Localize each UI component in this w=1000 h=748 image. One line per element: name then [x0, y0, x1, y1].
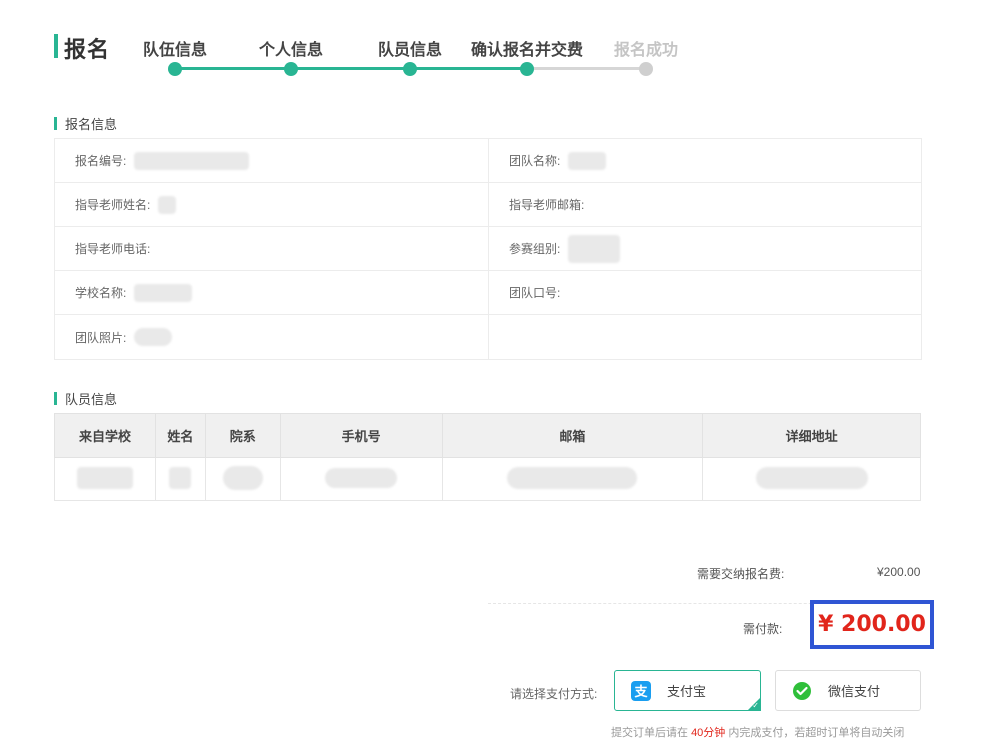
payment-notice: 提交订单后请在 40分钟 内完成支付，若超时订单将自动关闭 — [611, 724, 904, 740]
member-address-cell — [702, 457, 921, 501]
step-3-dot — [403, 62, 417, 76]
wechat-label: 微信支付 — [828, 684, 881, 699]
col-name: 姓名 — [154, 413, 206, 458]
teacher-name-value-redacted — [158, 195, 177, 214]
pay-amount-highlight: ¥ 200.00 — [810, 600, 934, 649]
notice-suffix: 内完成支付，若超时订单将自动关闭 — [728, 727, 905, 739]
school-label: 学校名称: — [75, 286, 127, 300]
redacted-value — [222, 465, 263, 490]
step-line-pending — [532, 67, 646, 70]
step-2-label: 个人信息 — [258, 42, 324, 59]
members-table-header: 来自学校 姓名 院系 手机号 邮箱 详细地址 — [54, 413, 921, 458]
info-row: 报名编号: 团队名称: — [55, 139, 921, 183]
col-department: 院系 — [204, 413, 281, 458]
check-icon: ✓ — [752, 701, 759, 710]
team-photo-redacted — [134, 328, 173, 346]
step-1-label: 队伍信息 — [142, 42, 208, 59]
member-school-cell — [54, 457, 156, 501]
col-phone: 手机号 — [279, 413, 443, 458]
col-school: 来自学校 — [54, 413, 156, 458]
title-accent-bar — [54, 34, 58, 58]
team-name-value-redacted — [568, 151, 607, 170]
section-accent-bar — [54, 392, 57, 405]
step-4-dot — [520, 62, 534, 76]
wechat-pay-option[interactable]: 微信支付 — [775, 670, 921, 711]
teacher-phone-label: 指导老师电话: — [75, 242, 151, 256]
redacted-value — [76, 466, 133, 489]
step-4-label: 确认报名并交费 — [470, 42, 584, 59]
info-row: 学校名称: 团队口号: — [55, 271, 921, 315]
info-row: 指导老师姓名: 指导老师邮箱: — [55, 183, 921, 227]
reg-no-label: 报名编号: — [75, 154, 127, 168]
wechat-icon — [792, 681, 812, 701]
info-section-heading: 报名信息 — [54, 114, 117, 133]
alipay-icon: 支 — [631, 680, 651, 701]
group-value-redacted — [568, 234, 621, 263]
teacher-name-label: 指导老师姓名: — [75, 198, 151, 212]
slogan-label: 团队口号: — [509, 286, 561, 300]
member-email-cell — [441, 457, 704, 501]
group-cell: 参赛组别: — [488, 227, 921, 270]
alipay-label: 支付宝 — [667, 684, 707, 699]
teacher-name-cell: 指导老师姓名: — [55, 183, 488, 226]
info-row: 指导老师电话: 参赛组别: — [55, 227, 921, 271]
step-3-label: 队员信息 — [377, 42, 443, 59]
redacted-value — [755, 466, 868, 489]
payment-method-label: 请选择支付方式: — [510, 687, 598, 701]
school-cell: 学校名称: — [55, 271, 488, 314]
col-email: 邮箱 — [441, 413, 704, 458]
redacted-value — [169, 466, 192, 489]
fee-value: ¥200.00 — [877, 565, 921, 579]
info-row: 团队照片: — [55, 315, 921, 359]
step-5-label: 报名成功 — [613, 42, 679, 59]
slogan-cell: 团队口号: — [488, 271, 921, 314]
member-department-cell — [204, 457, 281, 501]
pay-label: 需付款: — [743, 622, 783, 636]
table-row — [54, 457, 921, 501]
step-1-dot — [168, 62, 182, 76]
step-line-done — [175, 67, 532, 70]
member-name-cell — [154, 457, 206, 501]
step-5-dot — [639, 62, 653, 76]
teacher-email-label: 指导老师邮箱: — [509, 198, 585, 212]
page-title: 报名 — [64, 37, 111, 62]
members-table: 来自学校 姓名 院系 手机号 邮箱 详细地址 — [54, 413, 921, 501]
group-label: 参赛组别: — [509, 242, 561, 256]
pay-amount: ¥ 200.00 — [818, 612, 926, 637]
empty-cell — [488, 315, 921, 359]
team-name-label: 团队名称: — [509, 154, 561, 168]
members-section-heading: 队员信息 — [54, 389, 117, 408]
teacher-phone-cell: 指导老师电话: — [55, 227, 488, 270]
progress-steps: 队伍信息 个人信息 队员信息 确认报名并交费 报名成功 — [140, 36, 700, 86]
alipay-option[interactable]: 支 支付宝 ✓ — [614, 670, 761, 711]
notice-time: 40分钟 — [691, 727, 726, 739]
notice-prefix: 提交订单后请在 — [611, 727, 688, 739]
col-address: 详细地址 — [702, 413, 921, 458]
photo-cell: 团队照片: — [55, 315, 488, 359]
redacted-value — [507, 466, 638, 489]
info-section-title: 报名信息 — [65, 117, 118, 132]
registration-info-grid: 报名编号: 团队名称: 指导老师姓名: 指导老师邮箱: 指导老师电话: 参赛组别… — [54, 138, 922, 360]
redacted-value — [325, 467, 398, 488]
reg-no-cell: 报名编号: — [55, 139, 488, 182]
svg-text:支: 支 — [633, 684, 648, 700]
teacher-email-cell: 指导老师邮箱: — [488, 183, 921, 226]
photo-label: 团队照片: — [75, 330, 127, 345]
member-phone-cell — [279, 457, 443, 501]
reg-no-value-redacted — [134, 151, 250, 170]
section-accent-bar — [54, 117, 57, 130]
step-2-dot — [284, 62, 298, 76]
school-value-redacted — [134, 283, 193, 302]
team-name-cell: 团队名称: — [488, 139, 921, 182]
fee-label: 需要交纳报名费: — [697, 567, 785, 581]
members-section-title: 队员信息 — [65, 392, 118, 407]
